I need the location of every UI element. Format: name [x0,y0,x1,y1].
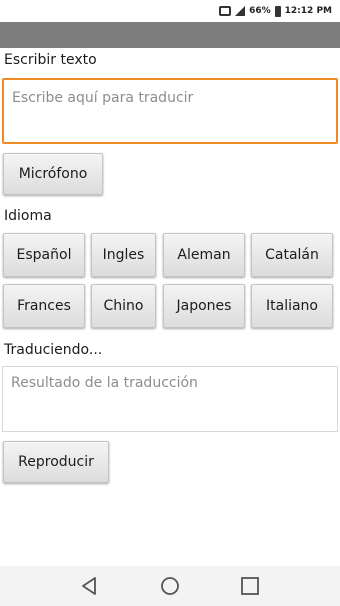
recents-icon [241,577,259,595]
vibrate-icon [219,6,232,16]
lang-button-ingles[interactable]: Ingles [91,233,156,277]
recents-button[interactable] [235,571,265,601]
lang-button-chino[interactable]: Chino [91,284,156,328]
lang-button-japones[interactable]: Japones [163,284,245,328]
lang-button-frances[interactable]: Frances [3,284,85,328]
navigation-bar [0,566,340,606]
play-button[interactable]: Reproducir [3,441,109,483]
language-label: Idioma [4,208,52,224]
output-label: Traduciendo... [4,342,103,358]
translation-output-placeholder: Resultado de la traducción [11,375,198,391]
battery-percent: 66% [249,6,271,16]
lang-button-espanol[interactable]: Español [3,233,85,277]
status-bar: 66% 12:12 PM [0,0,340,22]
lang-button-catalan[interactable]: Catalán [251,233,333,277]
lang-button-aleman[interactable]: Aleman [163,233,245,277]
microphone-button[interactable]: Micrófono [3,153,103,195]
home-icon [161,577,179,595]
text-input-placeholder: Escribe aquí para traducir [12,90,194,106]
back-button[interactable] [75,571,105,601]
battery-icon [274,5,281,17]
status-time: 12:12 PM [284,6,332,16]
signal-icon [235,6,246,16]
home-button[interactable] [155,571,185,601]
action-bar [0,22,340,48]
translation-output: Resultado de la traducción [2,366,338,432]
text-input[interactable]: Escribe aquí para traducir [2,78,338,144]
back-icon [82,577,96,595]
input-label: Escribir texto [4,52,97,68]
lang-button-italiano[interactable]: Italiano [251,284,333,328]
